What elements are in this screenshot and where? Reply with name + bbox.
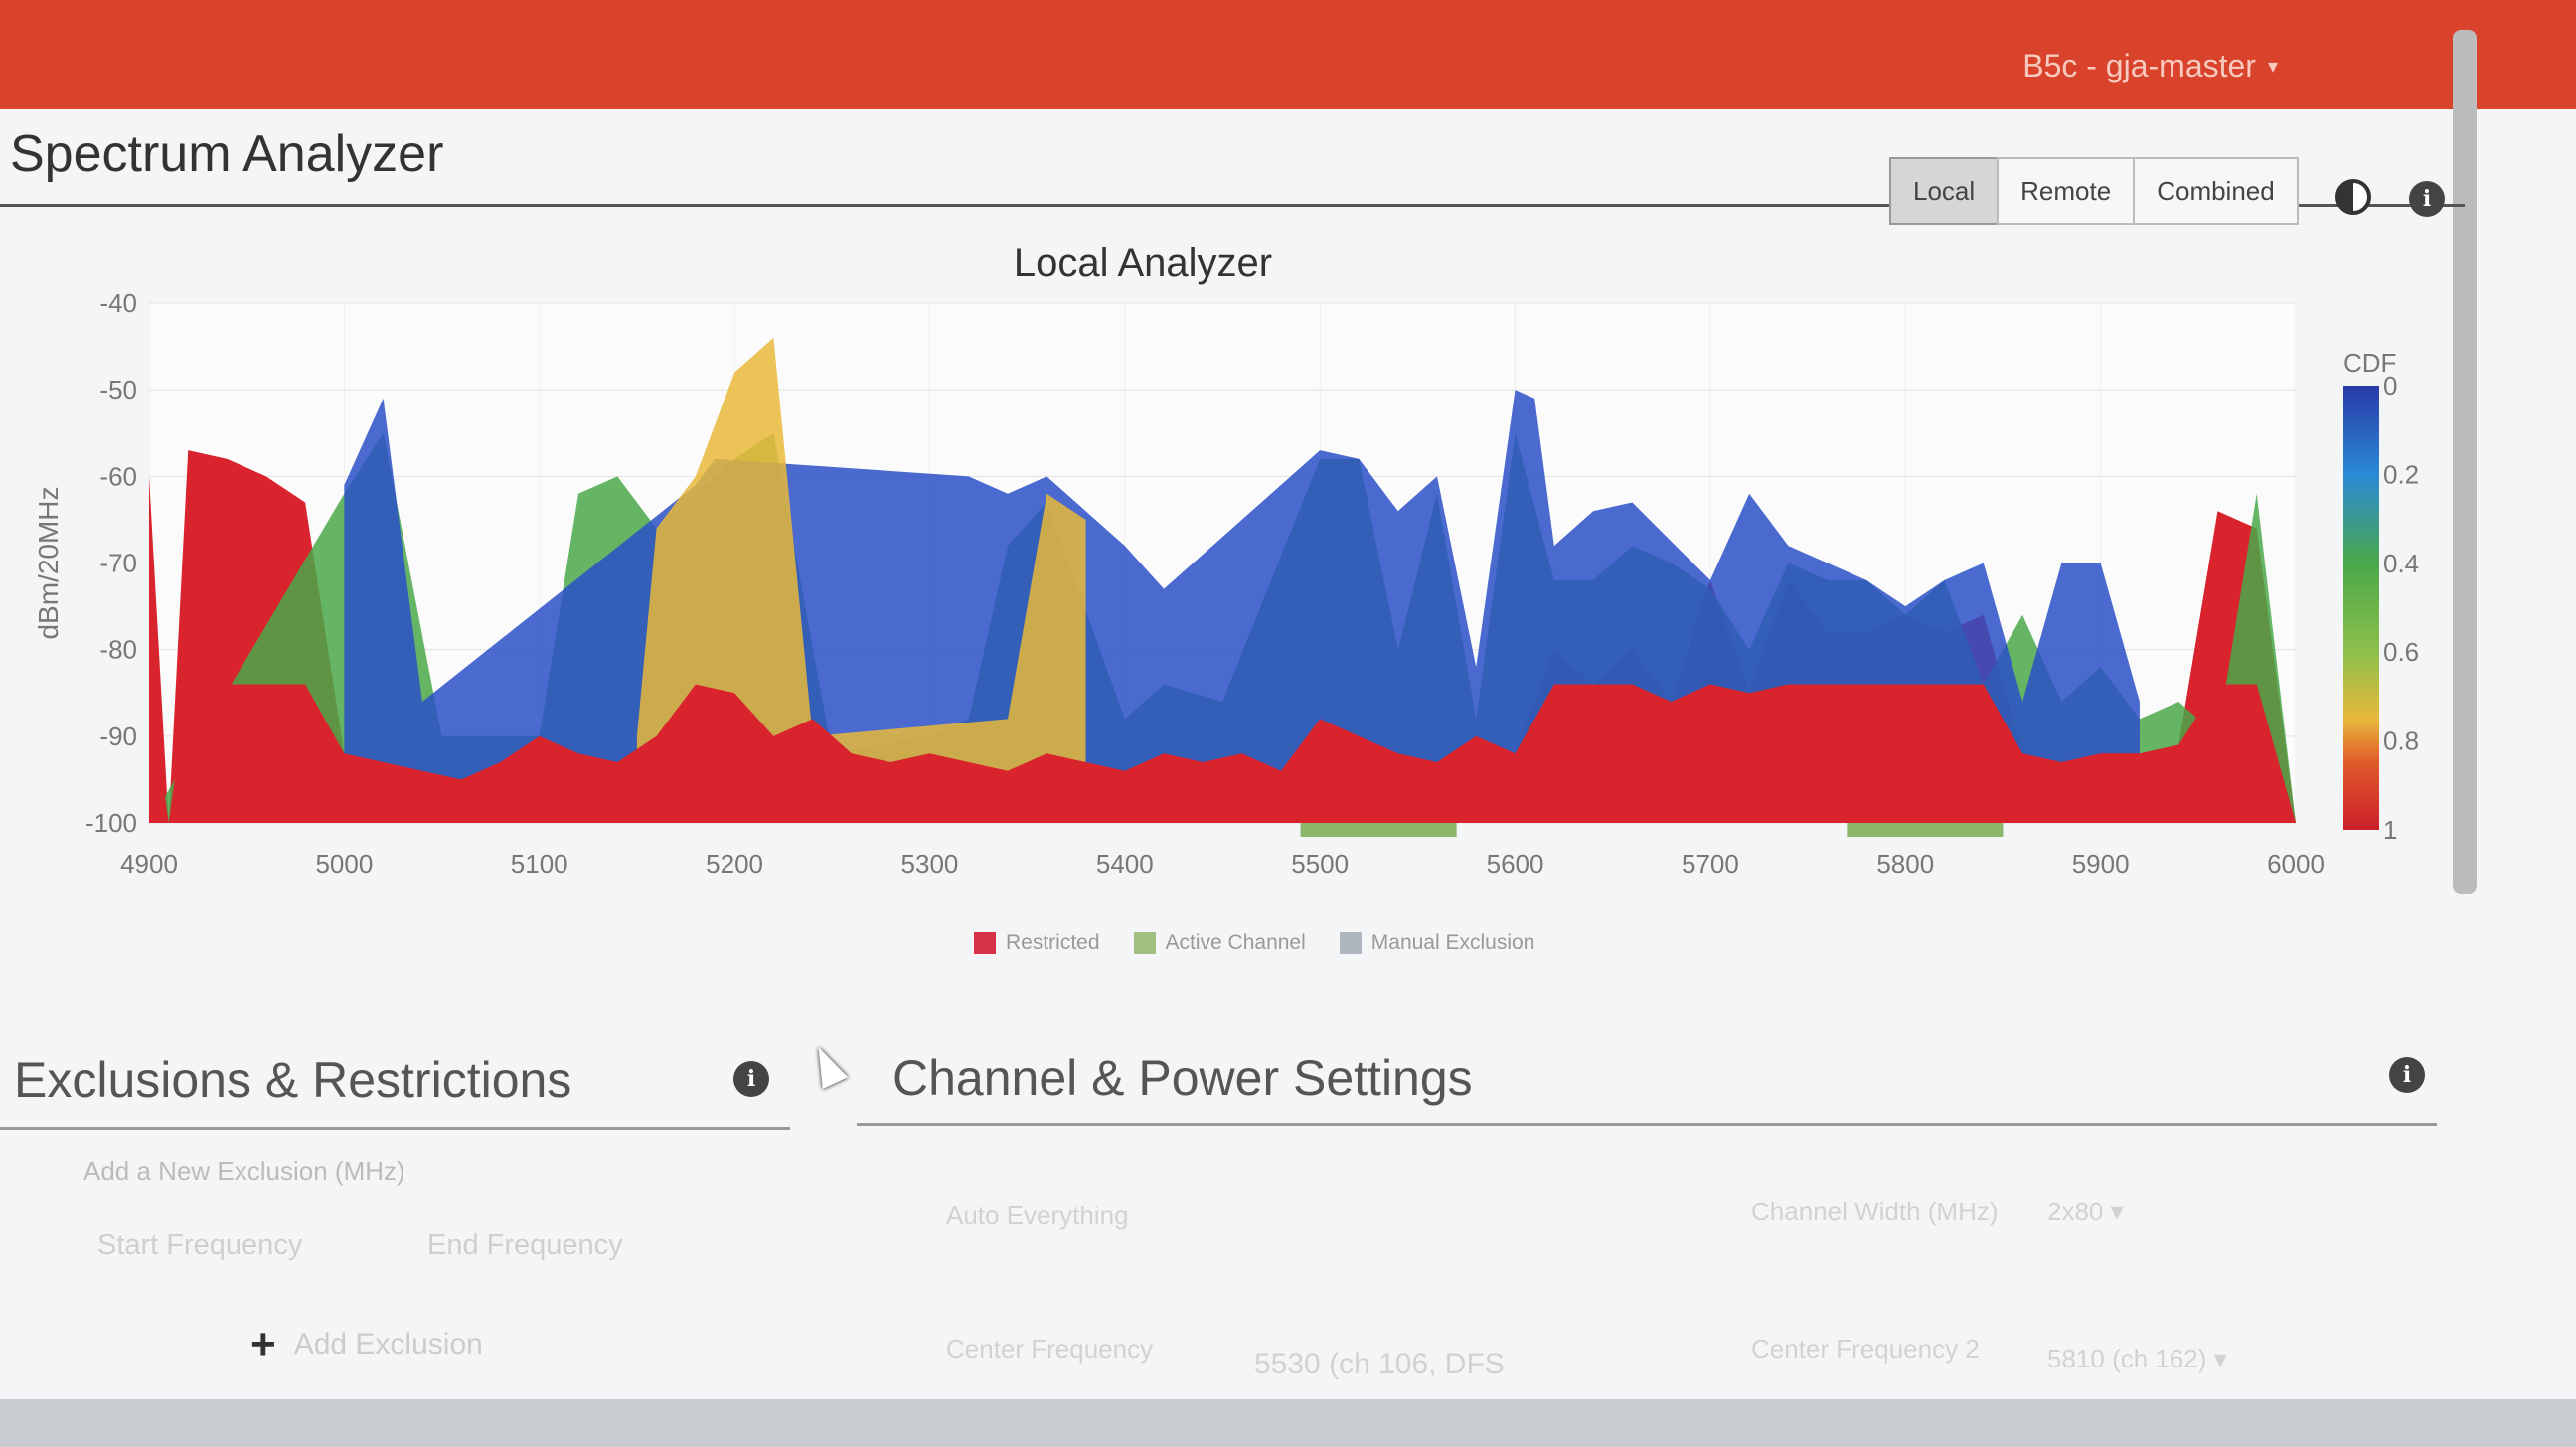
x-tick-label: 5200 (706, 849, 763, 879)
legend-label: Restricted (1006, 931, 1100, 954)
x-tick-label: 5300 (901, 849, 959, 879)
colorbar-tick: 0.2 (2383, 459, 2419, 489)
combined-view-button[interactable]: Combined (2133, 157, 2299, 225)
exclusions-divider (0, 1127, 790, 1130)
y-tick-label: -60 (99, 461, 137, 491)
colorbar-tick: 0.8 (2383, 726, 2419, 756)
colorbar-tick: 0 (2383, 371, 2397, 401)
plus-icon: + (250, 1320, 276, 1368)
colorbar (2343, 386, 2379, 830)
x-tick-label: 5100 (511, 849, 568, 879)
mouse-cursor (805, 1041, 849, 1090)
legend-item-manual-exclusion[interactable]: Manual Exclusion (1339, 931, 1535, 955)
spectrum-chart-svg: -40 -50 -60 -70 -80 -90 -100 4900 5000 5100 5200 53… (33, 241, 2419, 879)
unit-text: (MHz) (334, 1156, 405, 1186)
y-tick-label: -70 (99, 549, 137, 578)
channel-width-select[interactable]: 2x80 ▾ (2047, 1197, 2124, 1227)
local-view-button[interactable]: Local (1889, 157, 2000, 225)
x-tick-label: 5500 (1291, 849, 1349, 879)
y-axis-label: dBm/20MHz (33, 486, 64, 639)
auto-everything-toggle[interactable]: Auto Everything (946, 1201, 1129, 1231)
chart-title: Local Analyzer (1014, 241, 1272, 285)
channel-power-divider (857, 1123, 2437, 1126)
legend-item-active-channel[interactable]: Active Channel (1133, 931, 1306, 955)
remote-view-button[interactable]: Remote (1997, 157, 2136, 225)
add-exclusion-label: Add a New Exclusion (MHz) (83, 1156, 405, 1187)
info-glyph: i (2422, 186, 2432, 212)
y-tick-label: -80 (99, 635, 137, 665)
info-glyph: i (746, 1066, 756, 1092)
channel-power-title: Channel & Power Settings (892, 1050, 1473, 1106)
x-tick-label: 5800 (1876, 849, 1934, 879)
y-tick-label: -90 (99, 722, 137, 751)
colorbar-tick: 0.4 (2383, 549, 2419, 578)
taskbar (0, 1399, 2576, 1447)
page-title: Spectrum Analyzer (10, 125, 444, 183)
spectrum-chart: -40 -50 -60 -70 -80 -90 -100 4900 5000 5100 5200 53… (0, 229, 2504, 1004)
view-toggle: Local Remote Combined (1889, 157, 2299, 225)
x-tick-label: 5000 (315, 849, 373, 879)
manual-exclusion-swatch (1339, 932, 1362, 954)
y-tick-label: -40 (99, 288, 137, 318)
y-tick-label: -100 (85, 808, 137, 838)
chevron-down-icon: ▾ (2267, 56, 2278, 78)
contrast-icon[interactable] (2335, 179, 2371, 215)
info-icon[interactable]: i (733, 1061, 769, 1097)
x-tick-label: 5700 (1682, 849, 1739, 879)
x-tick-label: 6000 (2267, 849, 2325, 879)
legend-item-restricted[interactable]: Restricted (974, 931, 1100, 955)
channel-width-label: Channel Width (MHz) (1751, 1197, 1999, 1226)
add-exclusion-text: Add a New Exclusion (83, 1156, 328, 1186)
center-frequency-select[interactable]: 5530 (ch 106, DFS (1254, 1348, 1505, 1381)
center-frequency-2-select[interactable]: 5810 (ch 162) ▾ (2047, 1344, 2227, 1374)
center-frequency-label: Center Frequency (946, 1334, 1154, 1364)
active-channel-marker (1847, 823, 2004, 837)
add-exclusion-button[interactable]: + Add Exclusion (250, 1320, 483, 1369)
y-tick-label: -50 (99, 375, 137, 404)
info-glyph: i (2402, 1062, 2412, 1088)
end-frequency-input[interactable]: End Frequency (427, 1229, 623, 1262)
active-channel-swatch (1133, 932, 1156, 954)
colorbar-tick: 0.6 (2383, 637, 2419, 667)
top-navbar: B5c - gja-master ▾ (0, 0, 2576, 109)
restricted-swatch (974, 932, 996, 954)
chart-legend: Restricted Active Channel Manual Exclusi… (974, 931, 1534, 955)
x-tick-label: 4900 (120, 849, 178, 879)
colorbar-tick: 1 (2383, 815, 2397, 845)
legend-label: Manual Exclusion (1370, 931, 1535, 954)
start-frequency-input[interactable]: Start Frequency (97, 1229, 302, 1262)
device-selector[interactable]: B5c - gja-master ▾ (2022, 48, 2278, 84)
legend-label: Active Channel (1165, 931, 1306, 954)
info-icon[interactable]: i (2409, 181, 2445, 217)
x-tick-label: 5900 (2072, 849, 2130, 879)
x-tick-label: 5600 (1487, 849, 1544, 879)
info-icon[interactable]: i (2389, 1057, 2425, 1093)
center-frequency-2-label: Center Frequency 2 (1751, 1334, 1980, 1364)
device-label: B5c - gja-master (2022, 48, 2256, 83)
active-channel-marker (1300, 823, 1457, 837)
x-tick-label: 5400 (1096, 849, 1154, 879)
add-exclusion-button-label: Add Exclusion (293, 1328, 483, 1361)
exclusions-title: Exclusions & Restrictions (14, 1052, 572, 1108)
